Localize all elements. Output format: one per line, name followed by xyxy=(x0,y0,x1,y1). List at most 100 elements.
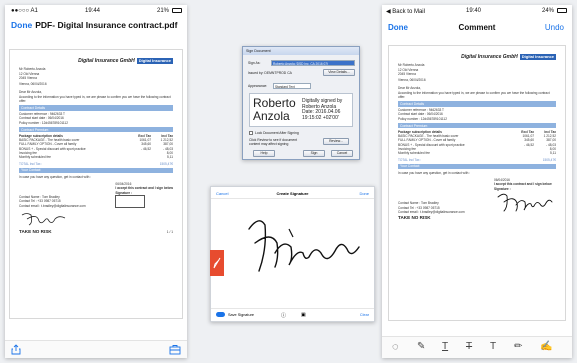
status-time: 19:44 xyxy=(85,8,101,14)
contract-line: Policy number : 12d456789101112 xyxy=(19,120,68,125)
done-button[interactable]: Done xyxy=(11,20,32,30)
status-time: 19:40 xyxy=(466,8,482,14)
contact-line: Contact email : t.bradley@digitalinsuran… xyxy=(19,203,86,208)
back-to-mail-link[interactable]: ◀ Back to Mail xyxy=(386,8,425,15)
nav-bar: Done Comment Undo xyxy=(382,17,572,37)
undo-button[interactable]: Undo xyxy=(545,23,564,32)
review-text: Click Review to see if document content … xyxy=(249,138,298,146)
band-contract: Contract Details xyxy=(398,101,556,107)
page-title: Comment xyxy=(458,23,496,32)
total-row: TOTAL Incl Tax : 1505,47€ xyxy=(398,158,556,162)
pdf-page: Digital Insurance GmbH Digital Insurance… xyxy=(388,45,566,321)
info-icon[interactable]: ⓘ xyxy=(281,312,286,319)
row-excl xyxy=(512,151,534,155)
save-signature-toggle[interactable] xyxy=(216,312,225,317)
signature-icon[interactable]: ✍ xyxy=(540,341,552,352)
band-contact: Your Contact xyxy=(19,167,173,174)
strikethrough-text-icon[interactable]: T xyxy=(466,341,472,352)
help-button[interactable]: Help xyxy=(253,150,275,157)
battery-label: 24% xyxy=(541,8,554,14)
annotation-toolbar: ◌ ✎ T T T ✏ ✍ xyxy=(382,336,572,358)
band-contract: Contract Details xyxy=(19,105,173,111)
contact-intro: In case you have any question, get in co… xyxy=(19,174,92,179)
signature-drawing-canvas[interactable] xyxy=(231,209,371,289)
intro-text: According to the information you have ty… xyxy=(19,94,171,104)
band-contact: Your Contact xyxy=(398,163,556,170)
left-phone-screen: ●●○○○ A1 19:44 21% Done PDF- Digital Insu… xyxy=(5,5,187,358)
company-logo: Digital Insurance xyxy=(519,54,556,61)
appearance-select[interactable]: Standard Text xyxy=(273,83,311,89)
band-premium: Contract Premium xyxy=(19,127,173,133)
save-signature-label: Save Signature xyxy=(228,313,254,317)
contact-line: Contact email : t.bradley@digitalinsuran… xyxy=(398,209,465,214)
intro-text: According to the information you have ty… xyxy=(398,90,550,100)
total-value: 1505,47€ xyxy=(542,157,556,162)
row-incl: 5,11 xyxy=(167,155,173,160)
underline-text-icon[interactable]: T xyxy=(442,341,448,352)
sign-button[interactable]: Sign xyxy=(303,150,325,157)
take-no-risk-logo: TAKE NO RISK xyxy=(19,229,52,235)
share-icon[interactable] xyxy=(11,344,21,355)
company-logo: Digital Insurance xyxy=(136,58,173,65)
company-name: Digital Insurance GmbH xyxy=(461,54,518,60)
accept-text: I accept this contract and I sign below xyxy=(494,182,552,187)
preview-name: Roberto Anzola xyxy=(253,97,296,122)
table-row: Monthly scheduled fee 5,11 xyxy=(398,151,556,155)
comment-icon[interactable]: ◌ xyxy=(392,341,399,353)
lock-label: Lock Document After Signing xyxy=(255,131,299,135)
handwritten-signature-image xyxy=(21,213,66,226)
bottom-toolbar xyxy=(5,340,187,358)
total-value: 1505,47€ xyxy=(159,161,173,166)
status-bar: ●●○○○ A1 19:44 21% xyxy=(5,5,187,17)
battery-icon xyxy=(172,8,182,13)
band-premium: Contract Premium xyxy=(398,123,556,129)
pen-icon[interactable]: ✎ xyxy=(417,341,425,352)
done-link[interactable]: Done xyxy=(359,191,369,196)
signature-tool-tab[interactable] xyxy=(210,250,224,276)
row-label: Monthly scheduled fee xyxy=(398,151,430,156)
preview-name-line: Anzola xyxy=(253,108,290,123)
carrier-label: ●●○○○ A1 xyxy=(11,8,38,14)
appearance-label: Appearance: xyxy=(248,84,268,88)
preview-detail-line: 19:15:02 +02'00' xyxy=(302,115,339,122)
right-phone-screen: ◀ Back to Mail 19:40 24% Done Comment Un… xyxy=(382,5,572,358)
total-row: TOTAL Incl Tax : 1505,47€ xyxy=(19,162,173,166)
row-label: Monthly scheduled fee xyxy=(19,155,51,160)
sign-as-select[interactable]: Roberto Anzola (DSD Inc. CA 2016 07) xyxy=(271,60,355,66)
date-line: Vienna, 06/04/2016 xyxy=(398,78,426,83)
pdf-page: Digital Insurance GmbH Digital Insurance… xyxy=(9,49,183,319)
sign-document-dialog: Sign Document Sign As: Roberto Anzola (D… xyxy=(242,46,360,160)
briefcase-icon[interactable] xyxy=(169,344,181,355)
text-icon[interactable]: T xyxy=(490,341,496,352)
sign-as-label: Sign As: xyxy=(248,61,261,65)
image-icon[interactable]: ▣ xyxy=(301,312,306,318)
page-title: PDF- Digital Insurance contract.pdf xyxy=(35,20,178,30)
page-number: 1 / 1 xyxy=(166,230,173,235)
view-details-button[interactable]: View Details... xyxy=(323,69,355,76)
date-line: Vienna, 06/04/2016 xyxy=(19,82,47,87)
contact-intro: In case you have any question, get in co… xyxy=(398,170,471,175)
signature-field[interactable] xyxy=(115,194,146,208)
table-row: Monthly scheduled fee 5,11 xyxy=(19,155,173,159)
row-incl: 5,11 xyxy=(550,151,556,156)
issued-by-label: Issued by: DEMNTPROD CA xyxy=(248,71,292,75)
create-signature-header: Cancel Create Signature Done xyxy=(211,187,374,199)
review-button[interactable]: Review... xyxy=(323,138,349,145)
create-signature-footer: Save Signature ⓘ ▣ Clear xyxy=(211,308,374,321)
cancel-button[interactable]: Cancel xyxy=(331,150,353,157)
contract-line: Policy number : 12d456789101112 xyxy=(398,116,447,121)
applied-signature-image xyxy=(497,193,553,212)
total-label: TOTAL Incl Tax : xyxy=(398,157,422,162)
preview-name-line: Roberto xyxy=(253,96,296,110)
recipient-city: 2045 Vienna xyxy=(398,71,416,76)
create-signature-panel: Cancel Create Signature Done Save Signat… xyxy=(210,186,375,322)
lock-checkbox[interactable] xyxy=(249,131,253,135)
clear-link[interactable]: Clear xyxy=(360,313,369,317)
dialog-title: Sign Document xyxy=(243,47,359,55)
pencil-icon[interactable]: ✏ xyxy=(514,341,522,352)
preview-details: Digitally signed by Roberto Anzola Date:… xyxy=(302,98,342,122)
total-label: TOTAL Incl Tax : xyxy=(19,161,43,166)
row-excl xyxy=(129,155,151,159)
accept-text: I accept this contract and I sign below xyxy=(115,186,173,191)
signature-preview: Roberto Anzola Digitally signed by Rober… xyxy=(249,93,353,127)
